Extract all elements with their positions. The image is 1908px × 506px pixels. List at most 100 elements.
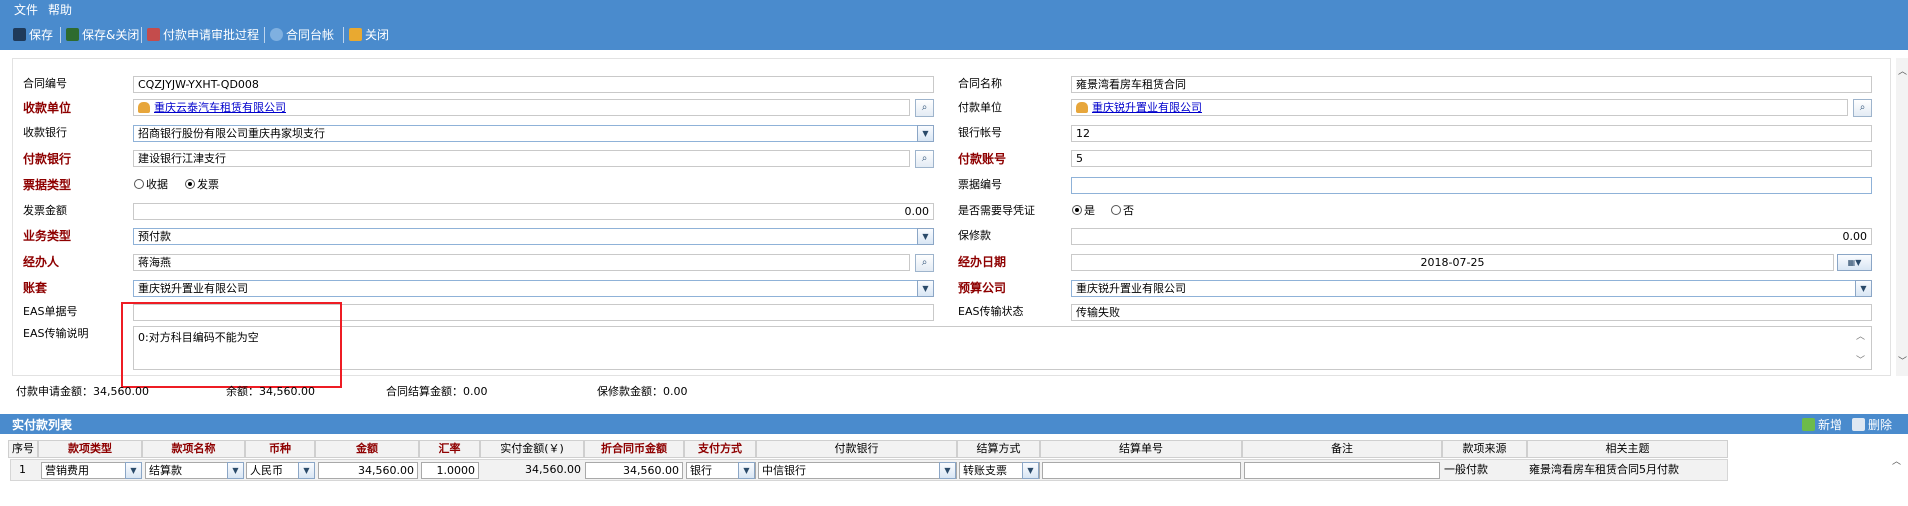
radio-receipt[interactable]: 收据 [134, 178, 168, 192]
invoice-no-field[interactable] [1071, 177, 1872, 194]
payer-bank-lookup-button[interactable]: ⌕ [915, 150, 934, 168]
contract-no-field[interactable]: CQZJYJW-YXHT-QD008 [133, 76, 934, 93]
cell-bank-select[interactable]: 中信银行 [758, 462, 957, 479]
col-header-converted: 折合同币金额 [584, 440, 684, 458]
approval-process-label: 付款申请审批过程 [163, 27, 260, 42]
menu-help[interactable]: 帮助 [48, 1, 72, 18]
radio-receipt-label: 收据 [146, 178, 168, 191]
chevron-down-icon[interactable]: ▼ [1855, 280, 1872, 297]
scroll-up-icon[interactable]: ︿ [1856, 329, 1865, 342]
scroll-down-icon[interactable]: ﹀ [1856, 353, 1865, 366]
payer-lookup-button[interactable]: ⌕ [1853, 99, 1872, 117]
payer-link[interactable]: 重庆锐升置业有限公司 [1092, 101, 1202, 114]
close-label: 关闭 [365, 27, 390, 42]
col-header-no: 序号 [8, 440, 38, 458]
radio-voucher-yes[interactable]: 是 [1072, 204, 1095, 218]
add-icon [1802, 418, 1815, 431]
save-close-button[interactable]: 保存&关闭 [66, 26, 139, 42]
chevron-down-icon[interactable]: ▼ [917, 228, 934, 245]
payee-lookup-button[interactable]: ⌕ [915, 99, 934, 117]
invoice-type-label: 票据类型 [23, 178, 72, 192]
radio-invoice-label: 发票 [197, 178, 219, 191]
contract-ledger-label: 合同台帐 [286, 27, 335, 42]
radio-checked-icon [185, 179, 195, 189]
chevron-down-icon[interactable]: ▼ [298, 462, 315, 479]
col-header-currency: 币种 [245, 440, 315, 458]
radio-checked-icon [1072, 205, 1082, 215]
col-header-bank: 付款银行 [756, 440, 957, 458]
scroll-up-icon[interactable]: ︿ [1898, 64, 1907, 77]
cell-settle-no-input[interactable] [1042, 462, 1241, 479]
eas-status-field[interactable]: 传输失败 [1071, 304, 1872, 321]
add-row-button[interactable]: 新增 [1802, 416, 1842, 433]
chevron-down-icon[interactable]: ▼ [125, 462, 142, 479]
col-header-method: 支付方式 [684, 440, 756, 458]
contract-ledger-button[interactable]: 合同台帐 [270, 26, 334, 42]
chevron-down-icon[interactable]: ▼ [738, 462, 755, 479]
payer-account-label: 付款账号 [958, 152, 1007, 166]
payment-list-title: 实付款列表 [12, 418, 73, 432]
contract-name-field[interactable]: 雍景湾看房车租赁合同 [1071, 76, 1872, 93]
scroll-up-icon[interactable]: ︿ [1892, 454, 1901, 467]
payee-bank-select[interactable]: 招商银行股份有限公司重庆冉家坝支行 [133, 125, 919, 142]
payee-label: 收款单位 [23, 101, 72, 115]
budget-company-label: 预算公司 [958, 281, 1007, 295]
close-button[interactable]: 关闭 [349, 26, 389, 42]
cell-amount-input[interactable]: 34,560.00 [318, 462, 418, 479]
save-button[interactable]: 保存 [13, 26, 53, 42]
save-icon [13, 27, 26, 41]
chevron-down-icon[interactable]: ▼ [227, 462, 244, 479]
payee-bank-label: 收款银行 [23, 126, 67, 139]
handler-field[interactable]: 蒋海燕 [133, 254, 910, 271]
chevron-down-icon[interactable]: ▼ [1022, 462, 1039, 479]
cell-source: 一般付款 [1444, 463, 1488, 476]
eas-desc-label: EAS传输说明 [23, 327, 89, 340]
cell-topic: 雍景湾看房车租赁合同5月付款 [1529, 463, 1679, 476]
payer-field[interactable]: 重庆锐升置业有限公司 [1071, 99, 1848, 116]
cell-rate-input[interactable]: 1.0000 [421, 462, 479, 479]
cell-no: 1 [19, 463, 26, 476]
toolbar-divider [264, 27, 265, 43]
col-header-name: 款项名称 [142, 440, 245, 458]
top-bar: 文件 帮助 保存 保存&关闭 付款申请审批过程 合同台帐 关闭 [0, 0, 1908, 50]
chevron-down-icon[interactable]: ▼ [939, 462, 956, 479]
payee-field[interactable]: 重庆云泰汽车租赁有限公司 [133, 99, 910, 116]
chevron-down-icon[interactable]: ▼ [917, 280, 934, 297]
payee-link[interactable]: 重庆云泰汽车租赁有限公司 [154, 101, 286, 114]
cell-converted-input[interactable]: 34,560.00 [585, 462, 683, 479]
warranty-field[interactable]: 0.00 [1071, 228, 1872, 245]
radio-voucher-no[interactable]: 否 [1111, 204, 1134, 218]
person-icon [138, 102, 150, 113]
account-set-select[interactable]: 重庆锐升置业有限公司 [133, 280, 919, 297]
business-type-select[interactable]: 预付款 [133, 228, 919, 245]
bank-account-field[interactable]: 12 [1071, 125, 1872, 142]
warranty-label: 保修款 [958, 229, 991, 242]
radio-invoice[interactable]: 发票 [185, 178, 219, 192]
vertical-scrollbar[interactable]: ︿ ﹀ [1896, 58, 1908, 376]
scroll-down-icon[interactable]: ﹀ [1898, 354, 1907, 367]
handle-date-field[interactable]: 2018-07-25 [1071, 254, 1834, 271]
eas-status-label: EAS传输状态 [958, 305, 1024, 318]
close-icon [349, 27, 362, 41]
invoice-amount-field[interactable]: 0.00 [133, 203, 934, 220]
menu-file[interactable]: 文件 [14, 1, 38, 18]
chevron-down-icon[interactable]: ▼ [917, 125, 934, 142]
eas-doc-no-label: EAS单据号 [23, 305, 78, 318]
search-icon: ⌕ [921, 102, 928, 113]
handler-lookup-button[interactable]: ⌕ [915, 254, 934, 272]
cell-remark-input[interactable] [1244, 462, 1440, 479]
need-voucher-label: 是否需要导凭证 [958, 204, 1035, 217]
col-header-remark: 备注 [1242, 440, 1442, 458]
delete-row-button[interactable]: 删除 [1852, 416, 1892, 433]
calendar-icon[interactable]: ▦▼ [1837, 254, 1872, 271]
invoice-amount-label: 发票金额 [23, 204, 67, 217]
business-type-label: 业务类型 [23, 229, 72, 243]
budget-company-select[interactable]: 重庆锐升置业有限公司 [1071, 280, 1857, 297]
payer-bank-label: 付款银行 [23, 152, 72, 166]
eas-desc-textarea[interactable]: 0:对方科目编码不能为空 [133, 326, 1872, 370]
settlement-summary: 合同结算金额：0.00 [386, 385, 488, 398]
payer-account-field[interactable]: 5 [1071, 150, 1872, 167]
payer-bank-field[interactable]: 建设银行江津支行 [133, 150, 910, 167]
save-label: 保存 [29, 27, 54, 42]
approval-process-button[interactable]: 付款申请审批过程 [147, 26, 259, 42]
